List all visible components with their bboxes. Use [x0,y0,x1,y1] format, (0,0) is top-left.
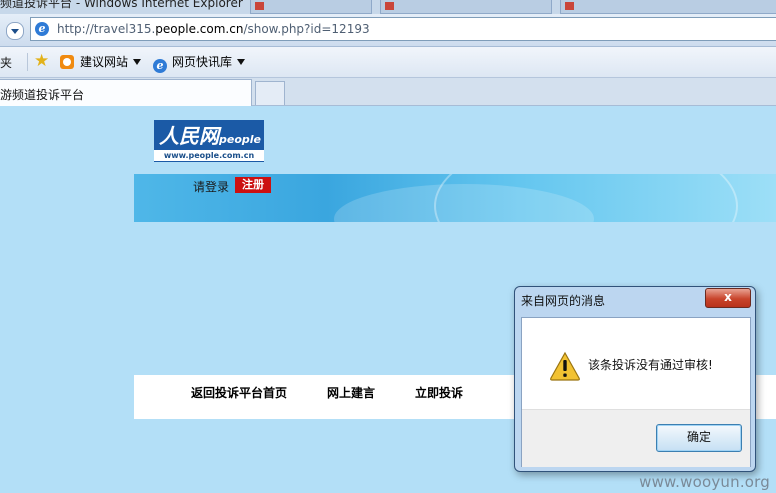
dialog-body: 该条投诉没有通过审核! 确定 [521,317,751,467]
favorites-bar: 夹 ★ 建议网站 e 网页快讯库 [0,47,776,78]
dialog-message: 该条投诉没有通过审核! [588,358,713,372]
close-button[interactable]: x [705,288,751,308]
add-favorite-star-icon[interactable]: ★ [34,52,49,70]
tab-title: 游频道投诉平台 [0,88,85,102]
address-url[interactable]: http://travel315.people.com.cn/show.php?… [57,22,370,36]
window-titlebar: 频道投诉平台 - Windows Internet Explorer [0,0,776,14]
background-tab[interactable] [560,0,776,14]
banner-decoration [434,174,738,222]
tab-favicon-icon [255,2,264,10]
header-banner: 请登录 注册 [134,174,776,222]
nav-link-suggestions[interactable]: 网上建言 [327,384,375,401]
background-tab[interactable] [380,0,552,14]
address-bar[interactable]: e http://travel315.people.com.cn/show.ph… [30,17,776,41]
new-tab-button[interactable] [255,81,285,105]
people-daily-logo[interactable]: 人民网people www.people.com.cn [154,120,264,162]
chevron-down-icon [237,59,246,65]
background-tab[interactable] [250,0,372,14]
chevron-down-icon [133,59,142,65]
tab-bar: 游频道投诉平台 [0,78,776,106]
login-link[interactable]: 请登录 [193,178,229,195]
tab-favicon-icon [565,2,574,10]
dialog-footer: 确定 [522,409,750,467]
logo-url-text: www.people.com.cn [154,150,264,161]
window-title: 频道投诉平台 - Windows Internet Explorer [0,0,243,10]
register-button[interactable]: 注册 [235,177,271,193]
alert-dialog: 来自网页的消息 x 该条投诉没有通过审核! 确定 [514,286,756,472]
watermark: www.wooyun.org [639,473,770,491]
tab-active[interactable]: 游频道投诉平台 [0,79,252,106]
dialog-title: 来自网页的消息 [521,294,606,308]
bing-favicon-icon [60,55,74,69]
recent-pages-dropdown-icon[interactable] [6,22,24,40]
tab-favicon-icon [385,2,394,10]
ie-page-icon: e [35,22,49,36]
favorites-item-suggested-sites[interactable]: 建议网站 [60,53,142,70]
favorites-label[interactable]: 夹 [0,54,12,71]
favorites-item-web-slice-gallery[interactable]: e 网页快讯库 [153,53,246,73]
ok-button[interactable]: 确定 [656,424,742,452]
toolbar-separator [27,53,28,71]
nav-link-complain-now[interactable]: 立即投诉 [415,384,463,401]
navigation-bar: e http://travel315.people.com.cn/show.ph… [0,14,776,47]
warning-icon [550,351,580,381]
nav-link-home[interactable]: 返回投诉平台首页 [191,384,287,401]
ie-icon: e [153,59,167,73]
